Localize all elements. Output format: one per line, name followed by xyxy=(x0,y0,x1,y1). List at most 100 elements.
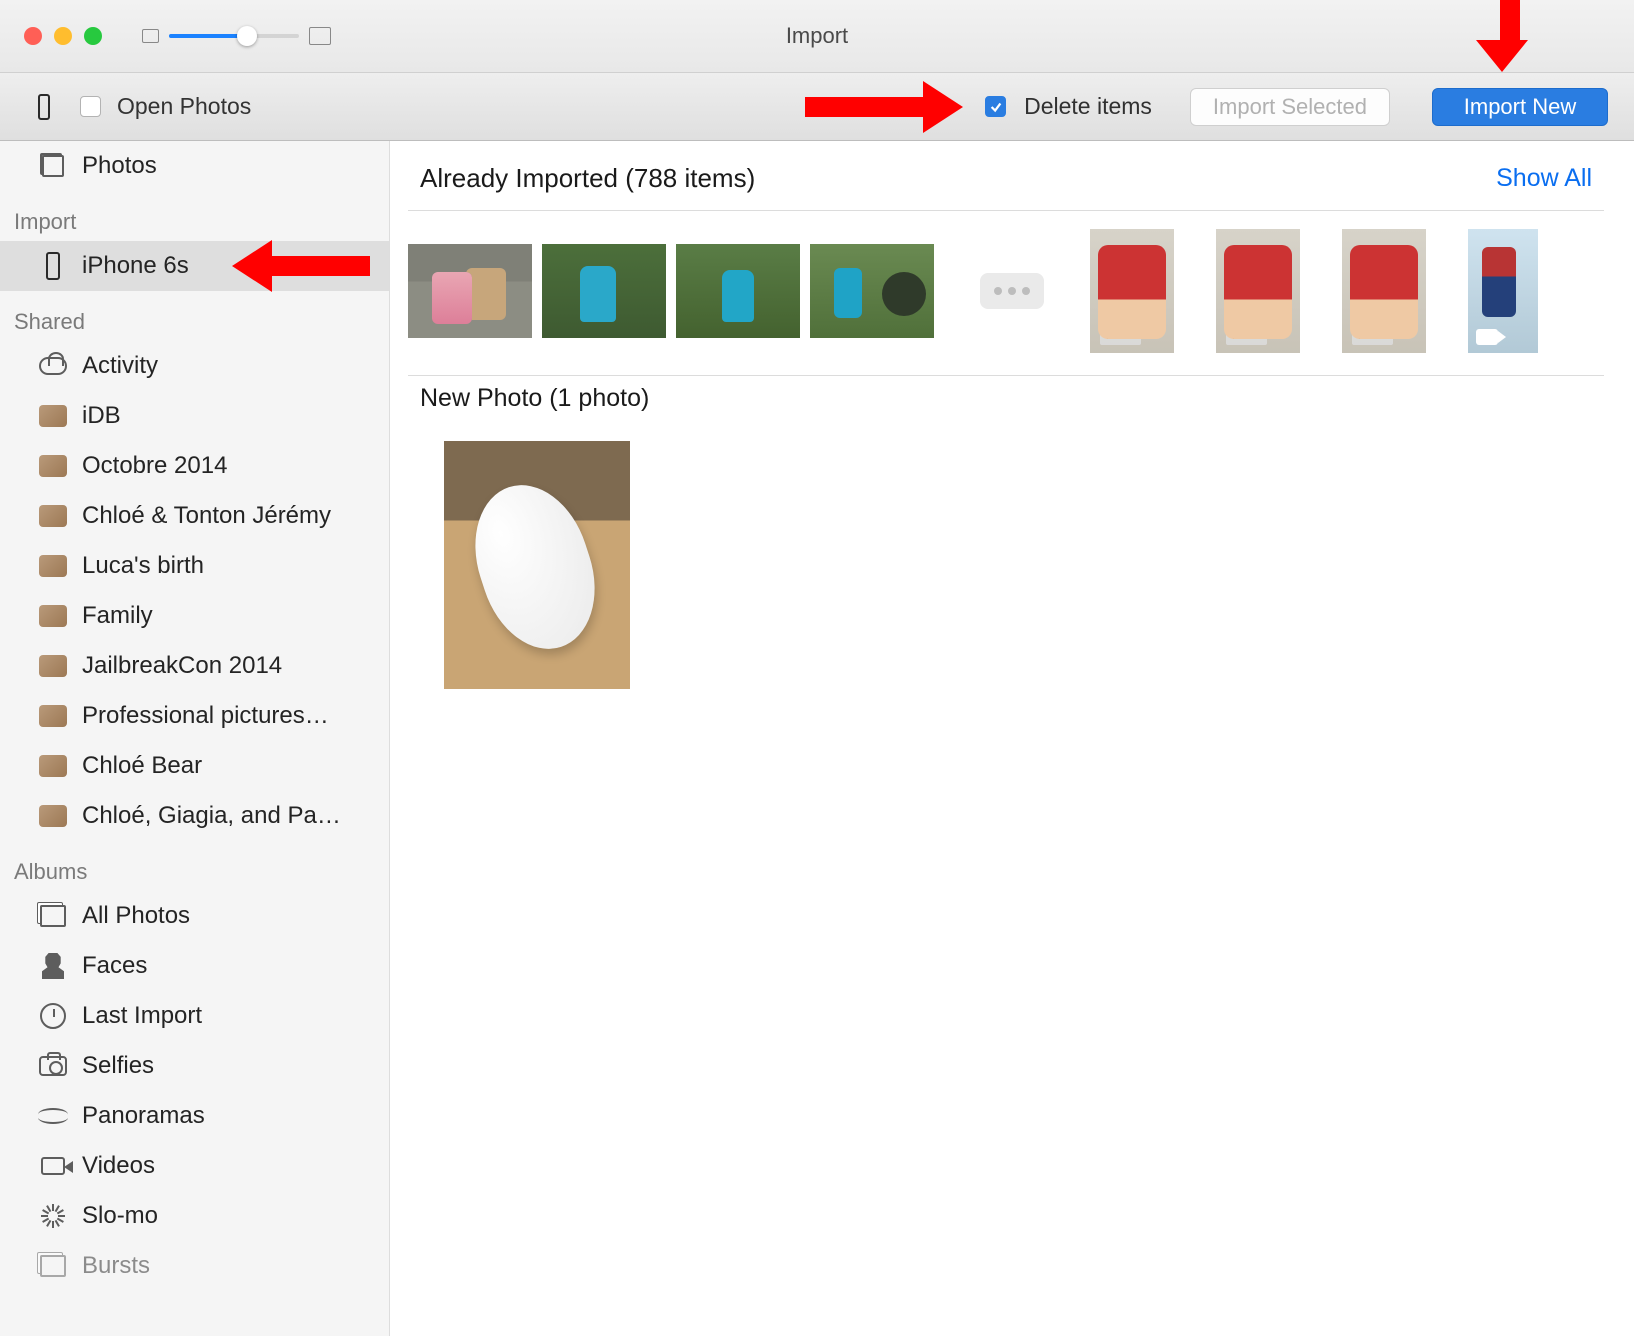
sidebar-item-label: Photos xyxy=(82,152,157,180)
photo-thumbnail[interactable] xyxy=(676,244,800,338)
sidebar-item-label: Panoramas xyxy=(82,1102,205,1130)
sidebar-item-label: Faces xyxy=(82,952,147,980)
iphone-icon xyxy=(46,252,60,280)
sidebar-item-shared[interactable]: Family xyxy=(0,591,389,641)
sidebar-item-shared[interactable]: Luca's birth xyxy=(0,541,389,591)
shared-album-icon xyxy=(39,555,67,577)
video-badge-icon xyxy=(1476,329,1498,345)
slomo-icon xyxy=(41,1204,65,1228)
clock-icon xyxy=(40,1003,66,1029)
annotation-arrow-to-iphone xyxy=(230,244,370,288)
sidebar-item-photos[interactable]: Photos xyxy=(0,141,389,191)
sidebar-item-label: All Photos xyxy=(82,902,190,930)
close-window-button[interactable] xyxy=(24,27,42,45)
shared-album-icon xyxy=(39,755,67,777)
stack-icon xyxy=(40,905,66,927)
sidebar-item-label: Chloé & Tonton Jérémy xyxy=(82,502,331,530)
sidebar-item-all-photos[interactable]: All Photos xyxy=(0,891,389,941)
sidebar-item-shared[interactable]: JailbreakCon 2014 xyxy=(0,641,389,691)
delete-items-label: Delete items xyxy=(1024,93,1152,120)
sidebar: Photos Import iPhone 6s Shared Activity … xyxy=(0,141,390,1336)
new-photo-thumbnail[interactable] xyxy=(444,441,630,689)
sidebar-item-slomo[interactable]: Slo-mo xyxy=(0,1191,389,1241)
photo-thumbnail[interactable] xyxy=(542,244,666,338)
photo-thumbnail[interactable]: HDR xyxy=(1090,229,1174,353)
camera-icon xyxy=(39,1056,67,1076)
sidebar-header-shared: Shared xyxy=(0,291,389,341)
photo-thumbnail[interactable] xyxy=(810,244,934,338)
sidebar-item-label: Selfies xyxy=(82,1052,154,1080)
sidebar-item-selfies[interactable]: Selfies xyxy=(0,1041,389,1091)
sidebar-item-label: Chloé, Giagia, and Pa… xyxy=(82,802,341,830)
sidebar-item-label: Family xyxy=(82,602,153,630)
sidebar-item-label: iDB xyxy=(82,402,121,430)
open-photos-checkbox[interactable] xyxy=(80,96,101,117)
photos-library-icon xyxy=(42,155,64,177)
import-toolbar: Open Photos Delete items Import Selected… xyxy=(0,73,1634,141)
minimize-window-button[interactable] xyxy=(54,27,72,45)
window-titlebar: Import xyxy=(0,0,1634,73)
sidebar-item-label: Activity xyxy=(82,352,158,380)
panorama-icon xyxy=(38,1108,68,1124)
shared-album-icon xyxy=(39,655,67,677)
sidebar-item-label: Videos xyxy=(82,1152,155,1180)
shared-album-icon xyxy=(39,805,67,827)
show-all-link[interactable]: Show All xyxy=(1496,164,1592,193)
sidebar-item-shared[interactable]: Chloé & Tonton Jérémy xyxy=(0,491,389,541)
hdr-badge: HDR xyxy=(1352,325,1393,345)
checkmark-icon xyxy=(989,100,1003,114)
sidebar-item-label: Professional pictures… xyxy=(82,702,329,730)
sidebar-item-label: Slo-mo xyxy=(82,1202,158,1230)
shared-album-icon xyxy=(39,705,67,727)
shared-album-icon xyxy=(39,605,67,627)
face-icon xyxy=(42,953,64,979)
sidebar-item-shared[interactable]: Professional pictures… xyxy=(0,691,389,741)
hdr-badge: HDR xyxy=(1100,325,1141,345)
thumbnail-small-icon xyxy=(142,29,159,43)
shared-album-icon xyxy=(39,505,67,527)
sidebar-item-faces[interactable]: Faces xyxy=(0,941,389,991)
thumbnail-size-control xyxy=(142,27,331,45)
sidebar-item-label: iPhone 6s xyxy=(82,252,189,280)
import-selected-button[interactable]: Import Selected xyxy=(1190,88,1390,126)
already-imported-title: Already Imported (788 items) xyxy=(420,163,755,194)
sidebar-item-shared[interactable]: Chloé Bear xyxy=(0,741,389,791)
hdr-badge: HDR xyxy=(1226,325,1267,345)
content-area: Already Imported (788 items) Show All HD… xyxy=(390,141,1634,1336)
delete-items-checkbox[interactable] xyxy=(985,96,1006,117)
sidebar-item-label: Luca's birth xyxy=(82,552,204,580)
sidebar-item-label: Last Import xyxy=(82,1002,202,1030)
thumbnail-size-slider[interactable] xyxy=(169,34,299,38)
video-icon xyxy=(41,1157,65,1175)
video-thumbnail[interactable] xyxy=(1468,229,1538,353)
sidebar-header-import: Import xyxy=(0,191,389,241)
cloud-icon xyxy=(39,357,67,375)
import-new-button[interactable]: Import New xyxy=(1432,88,1608,126)
photo-thumbnail[interactable]: HDR xyxy=(1342,229,1426,353)
sidebar-item-shared[interactable]: iDB xyxy=(0,391,389,441)
shared-album-icon xyxy=(39,455,67,477)
sidebar-item-shared[interactable]: Octobre 2014 xyxy=(0,441,389,491)
sidebar-item-label: Chloé Bear xyxy=(82,752,202,780)
sidebar-item-label: JailbreakCon 2014 xyxy=(82,652,282,680)
sidebar-item-panoramas[interactable]: Panoramas xyxy=(0,1091,389,1141)
sidebar-item-activity[interactable]: Activity xyxy=(0,341,389,391)
sidebar-item-bursts[interactable]: Bursts xyxy=(0,1241,389,1291)
annotation-arrow-to-delete-items xyxy=(805,85,965,129)
sidebar-item-shared[interactable]: Chloé, Giagia, and Pa… xyxy=(0,791,389,841)
already-imported-header: Already Imported (788 items) Show All xyxy=(390,141,1622,210)
more-thumbnails-button[interactable] xyxy=(980,273,1044,309)
shared-album-icon xyxy=(39,405,67,427)
sidebar-item-last-import[interactable]: Last Import xyxy=(0,991,389,1041)
burst-icon xyxy=(40,1255,66,1277)
photo-thumbnail[interactable] xyxy=(408,244,532,338)
fullscreen-window-button[interactable] xyxy=(84,27,102,45)
sidebar-item-label: Bursts xyxy=(82,1252,150,1280)
device-icon xyxy=(38,94,50,120)
annotation-arrow-to-import-new xyxy=(1492,0,1528,72)
sidebar-item-label: Octobre 2014 xyxy=(82,452,227,480)
sidebar-item-videos[interactable]: Videos xyxy=(0,1141,389,1191)
traffic-lights xyxy=(0,27,102,45)
already-imported-thumbnails: HDR HDR HDR xyxy=(390,211,1622,375)
photo-thumbnail[interactable]: HDR xyxy=(1216,229,1300,353)
